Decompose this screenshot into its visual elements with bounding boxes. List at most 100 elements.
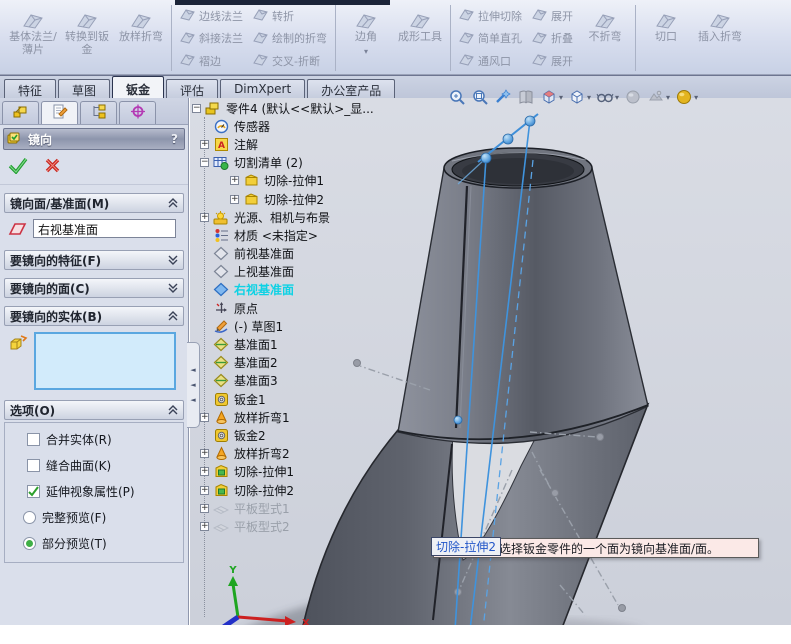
ribbon-button-成形工具[interactable]: 成形工具 xyxy=(393,3,447,73)
section-view-icon[interactable] xyxy=(517,88,535,106)
group-faces-header[interactable]: 要镜向的面(C) xyxy=(4,278,184,298)
group-bodies-header[interactable]: 要镜向的实体(B) xyxy=(4,306,184,326)
tree-item-钣金2[interactable]: 钣金2 xyxy=(192,426,422,444)
ribbon-button-交叉-折断[interactable]: 交叉-折断 xyxy=(253,50,327,71)
dropdown-caret-icon[interactable]: ▾ xyxy=(666,93,670,102)
dropdown-caret-icon[interactable]: ▾ xyxy=(587,93,591,102)
ribbon-button-拉伸切除[interactable]: 拉伸切除 xyxy=(459,5,522,26)
tree-item-注解[interactable]: + A 注解 xyxy=(192,135,422,153)
expander-minus-icon[interactable]: − xyxy=(200,158,209,168)
expander-plus-icon[interactable]: + xyxy=(200,467,209,477)
ribbon-button-绘制的折弯[interactable]: 绘制的折弯 xyxy=(253,28,327,49)
expander-plus-icon[interactable]: + xyxy=(230,176,239,186)
ribbon-button-简单直孔[interactable]: 简单直孔 xyxy=(459,28,522,49)
checkbox-checked[interactable] xyxy=(27,485,40,498)
view-settings-icon[interactable]: ▾ xyxy=(675,88,698,106)
tree-item-平板型式2[interactable]: + 平板型式2 xyxy=(192,517,422,535)
ribbon-button-展开[interactable]: 展开 xyxy=(532,50,573,71)
tree-item-切除-拉伸1[interactable]: + 切除-拉伸1 xyxy=(192,463,422,481)
edit-appearance-icon[interactable] xyxy=(624,88,642,106)
tree-item-前视基准面[interactable]: 前视基准面 xyxy=(192,245,422,263)
expander-plus-icon[interactable]: + xyxy=(200,485,209,495)
tree-item-基准面2[interactable]: 基准面2 xyxy=(192,354,422,372)
expander-plus-icon[interactable]: + xyxy=(200,503,209,513)
expander-plus-icon[interactable]: + xyxy=(200,521,209,531)
tree-item-光源、相机与布景[interactable]: + 光源、相机与布景 xyxy=(192,208,422,226)
upper-cone-body[interactable] xyxy=(397,147,649,445)
view-orientation-icon[interactable]: ▾ xyxy=(540,88,563,106)
configurationmanager-tab[interactable] xyxy=(80,101,117,124)
tree-item-(-) 草图1[interactable]: (-) 草图1 xyxy=(192,317,422,335)
ribbon-button-通风口[interactable]: 通风口 xyxy=(459,50,522,71)
tree-item-切割清单 (2)[interactable]: − 切割清单 (2) xyxy=(192,154,422,172)
previous-view-icon[interactable] xyxy=(494,88,512,106)
expander-plus-icon[interactable]: + xyxy=(200,449,209,459)
display-style-icon[interactable]: ▾ xyxy=(568,88,591,106)
tree-item-切除-拉伸2[interactable]: + 切除-拉伸2 xyxy=(192,190,422,208)
tree-item-传感器[interactable]: 传感器 xyxy=(192,117,422,135)
group-options-header[interactable]: 选项(O) xyxy=(4,400,184,420)
tree-item-基准面1[interactable]: 基准面1 xyxy=(192,335,422,353)
expander-minus-icon[interactable]: − xyxy=(192,103,201,113)
group-mirror-face-header[interactable]: 镜向面/基准面(M) xyxy=(4,193,184,213)
radio-unselected[interactable] xyxy=(23,511,36,524)
checkbox-unchecked[interactable] xyxy=(27,433,40,446)
ribbon-button-不折弯[interactable]: 不折弯 xyxy=(578,3,632,73)
apply-scene-icon[interactable]: ▾ xyxy=(647,88,670,106)
expander-plus-icon[interactable]: + xyxy=(200,412,209,422)
tab-DimXpert[interactable]: DimXpert xyxy=(220,79,306,98)
ribbon-button-边线法兰[interactable]: 边线法兰 xyxy=(180,5,243,26)
zoom-area-icon[interactable] xyxy=(471,88,489,106)
panel-flyout-handle[interactable]: ◄ ◄ ◄ xyxy=(187,342,200,428)
graphics-viewport[interactable]: Y X − 零件4 (默认<<默认>_显... 传感器 + A 注解 − 切割清单 (2) + 切… xyxy=(190,98,791,625)
tab-特征[interactable]: 特征 xyxy=(4,79,57,98)
tree-item-切除-拉伸2[interactable]: + 切除-拉伸2 xyxy=(192,481,422,499)
dropdown-caret-icon[interactable]: ▾ xyxy=(694,93,698,102)
tab-办公室产品[interactable]: 办公室产品 xyxy=(307,79,396,98)
tree-item-钣金1[interactable]: 钣金1 xyxy=(192,390,422,408)
ribbon-button-褶边[interactable]: 褶边 xyxy=(180,50,243,71)
tree-item-放样折弯1[interactable]: + 放样折弯1 xyxy=(192,408,422,426)
hide-show-items-icon[interactable]: ▾ xyxy=(596,88,619,106)
dropdown-caret-icon[interactable]: ▾ xyxy=(364,45,368,58)
tree-item-基准面3[interactable]: 基准面3 xyxy=(192,372,422,390)
tab-评估[interactable]: 评估 xyxy=(166,79,219,98)
ribbon-button-放样折弯[interactable]: 放样折弯 xyxy=(114,3,168,73)
expander-plus-icon[interactable]: + xyxy=(200,139,209,149)
tree-item-上视基准面[interactable]: 上视基准面 xyxy=(192,263,422,281)
tree-item-零件4 (默认<<默认>_显...[interactable]: − 零件4 (默认<<默认>_显... xyxy=(192,99,422,117)
featuremanager-tab[interactable] xyxy=(2,101,39,124)
dropdown-caret-icon[interactable]: ▾ xyxy=(615,93,619,102)
ribbon-button-边角[interactable]: 边角 ▾ xyxy=(339,3,393,73)
ribbon-button-切口[interactable]: 切口 xyxy=(639,3,693,73)
expander-plus-icon[interactable]: + xyxy=(230,194,239,204)
bodies-selection-list[interactable] xyxy=(34,332,176,390)
tree-item-原点[interactable]: 原点 xyxy=(192,299,422,317)
checkbox-unchecked[interactable] xyxy=(27,459,40,472)
tree-item-平板型式1[interactable]: + 平板型式1 xyxy=(192,499,422,517)
expander-plus-icon[interactable]: + xyxy=(200,212,209,222)
dimxpertmanager-tab[interactable] xyxy=(119,101,156,124)
tab-钣金[interactable]: 钣金 xyxy=(112,76,165,98)
ribbon-button-斜接法兰[interactable]: 斜接法兰 xyxy=(180,28,243,49)
tab-草图[interactable]: 草图 xyxy=(58,79,111,98)
cancel-button[interactable] xyxy=(44,157,61,178)
group-features-header[interactable]: 要镜向的特征(F) xyxy=(4,250,184,270)
ok-button[interactable] xyxy=(8,157,28,178)
tree-item-材质 <未指定>[interactable]: 材质 <未指定> xyxy=(192,226,422,244)
tree-item-右视基准面[interactable]: 右视基准面 xyxy=(192,281,422,299)
mirror-face-selection-box[interactable]: 右视基准面 xyxy=(33,219,176,238)
ribbon-button-转换到钣金[interactable]: 转换到钣金 xyxy=(60,3,114,73)
tree-item-放样折弯2[interactable]: + 放样折弯2 xyxy=(192,445,422,463)
propertymanager-tab[interactable] xyxy=(41,101,78,124)
zoom-fit-icon[interactable] xyxy=(448,88,466,106)
ribbon-button-展开[interactable]: 展开 xyxy=(532,5,573,26)
help-icon[interactable]: ? xyxy=(171,132,178,146)
ribbon-button-转折[interactable]: 转折 xyxy=(253,5,327,26)
tree-item-切除-拉伸1[interactable]: + 切除-拉伸1 xyxy=(192,172,422,190)
ribbon-button-折叠[interactable]: 折叠 xyxy=(532,28,573,49)
radio-selected[interactable] xyxy=(23,537,36,550)
ribbon-button-插入折弯[interactable]: 插入折弯 xyxy=(693,3,747,73)
ribbon-button-基体法兰/薄片[interactable]: 基体法兰/薄片 xyxy=(6,3,60,73)
dropdown-caret-icon[interactable]: ▾ xyxy=(559,93,563,102)
